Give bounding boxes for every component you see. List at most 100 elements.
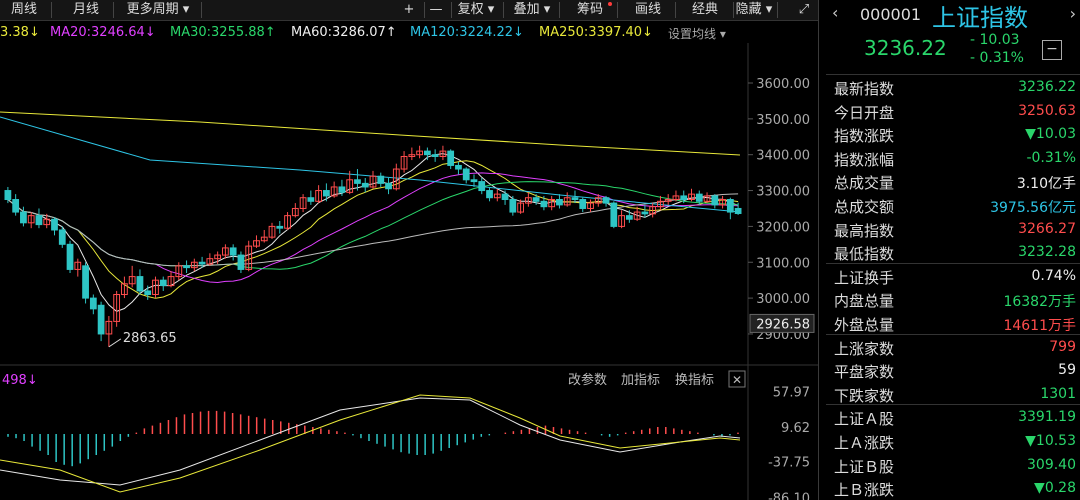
draw-line-button[interactable]: 画线 (624, 0, 672, 20)
chips-alert-dot (608, 2, 612, 6)
toolbar-separator (559, 2, 560, 18)
candle-body (276, 225, 284, 229)
more-periods-dropdown[interactable]: 更多周期 ▾ (118, 0, 198, 20)
quote-row-value: 3232.28 (1018, 244, 1076, 261)
candle-body (377, 175, 385, 184)
ma30-line (7, 181, 739, 270)
candle-body (385, 182, 392, 190)
kline-chart[interactable]: 2863.65 498↓ 改参数 加指标 换指标 ✕ 57.97 9.62 -37.75 -86… (0, 0, 818, 500)
ma250-label: MA250:3397.40↓ (539, 25, 653, 40)
candle-body (501, 193, 509, 201)
candle-body (447, 150, 455, 166)
ma60-label: MA60:3286.07↑ (291, 25, 397, 40)
quote-row-value: 3266.27 (1018, 220, 1076, 237)
quote-row: 上证Ａ股 3391.19 (826, 406, 1078, 429)
adjust-dropdown[interactable]: 复权 ▾ (452, 0, 500, 20)
quote-row: 指数涨跌 ▼10.03 (826, 123, 1078, 146)
quote-row-label: 上证Ｂ股 (834, 457, 895, 476)
candle-body (726, 199, 734, 213)
quote-row-value: 14611万手 (1003, 318, 1076, 334)
ma-settings-button[interactable]: 设置均线 ▾ (668, 25, 726, 42)
quote-row-value: 16382万手 (1003, 294, 1076, 311)
index-name: 上证指数 (932, 4, 1028, 32)
quote-row-value: ▼10.53 (1025, 433, 1076, 449)
candle-body (509, 199, 517, 213)
dea-line (0, 394, 741, 493)
candle-body (237, 254, 245, 270)
quote-row-label: 最高指数 (834, 221, 895, 240)
toolbar-separator (777, 2, 778, 18)
price-tick-label: 3200.00 (756, 220, 810, 235)
classic-button[interactable]: 经典 (680, 0, 730, 20)
quote-row-value: 0.74% (1031, 267, 1076, 284)
quote-row-value: 3236.22 (1018, 79, 1076, 95)
quote-row-value: 309.40 (1027, 456, 1076, 473)
quote-section-divider (826, 262, 1080, 264)
candle-body (625, 215, 633, 220)
quote-row-value: 3975.56亿元 (990, 200, 1076, 216)
hide-dropdown[interactable]: 隐藏 ▾ (734, 0, 774, 20)
candle-body (641, 211, 649, 215)
price-tick-label: 3400.00 (756, 149, 810, 164)
quote-row-value: ▼0.28 (1034, 480, 1076, 497)
quote-row: 指数涨幅 -0.31% (826, 147, 1078, 170)
indicator-tick-label: 9.62 (781, 421, 810, 436)
quote-row-label: 内盘总量 (834, 292, 895, 311)
candle-body (540, 200, 548, 208)
quote-row: 上证Ｂ股 309.40 (826, 454, 1078, 477)
candle-body (89, 297, 97, 310)
quote-row-value: 799 (1049, 338, 1076, 355)
low-marker-line (108, 338, 122, 348)
price-change-pct: - 0.31% (970, 50, 1024, 66)
candle-body (478, 181, 486, 192)
candle-body (4, 190, 12, 201)
chart-toolbar: 周线 月线 更多周期 ▾ + — 复权 ▾ 叠加 ▾ 筹码 画线 经典 隐藏 ▾ ⤢ (0, 0, 818, 21)
candle-body (354, 179, 361, 184)
quote-row-label: 上证换手 (834, 268, 895, 287)
current-price: 3236.22 (864, 36, 947, 60)
zoom-out-button[interactable]: — (424, 0, 448, 20)
quote-row: 平盘家数 59 (826, 359, 1078, 382)
weekly-button[interactable]: 周线 (0, 0, 48, 20)
candle-body (159, 279, 167, 287)
ma30-label: MA30:3255.88↑ (170, 25, 276, 40)
toolbar-separator (675, 2, 676, 18)
candle-body (58, 229, 66, 245)
current-price-tag: 2926.58 (756, 317, 810, 332)
change-params-button[interactable]: 改参数 (568, 372, 607, 388)
add-indicator-button[interactable]: 加指标 (621, 373, 660, 388)
candle-body (470, 179, 478, 183)
candle-body (307, 197, 315, 202)
toolbar-separator (617, 2, 618, 18)
candle-body (51, 218, 58, 231)
quote-row-label: 最新指数 (834, 80, 895, 98)
quote-row-label: 最低指数 (834, 245, 895, 264)
candle-body (680, 195, 688, 201)
quote-row-label: 指数涨幅 (834, 150, 895, 169)
price-tick-label: 3000.00 (756, 292, 810, 307)
candle-body (82, 265, 89, 299)
fullscreen-icon[interactable]: ⤢ (792, 0, 816, 20)
next-arrow-icon[interactable]: › (1070, 4, 1076, 23)
quote-row: 最高指数 3266.27 (826, 218, 1078, 241)
candle-body (431, 154, 439, 157)
quote-row-label: 今日开盘 (834, 103, 895, 122)
monthly-button[interactable]: 月线 (62, 0, 110, 20)
candle-body (486, 190, 493, 199)
switch-indicator-button[interactable]: 换指标 (675, 373, 714, 388)
candle-body (455, 164, 462, 170)
quote-section-divider (826, 404, 1080, 406)
quote-row-label: 指数涨跌 (834, 127, 895, 146)
quote-row: 最低指数 3232.28 (826, 241, 1078, 264)
candle-body (602, 197, 610, 204)
ma120-line (0, 116, 741, 213)
ma-legend-bar: 3.38↓ MA20:3246.64↓ MA30:3255.88↑ MA60:3… (0, 23, 745, 43)
quote-row: 上涨家数 799 (826, 336, 1078, 359)
overlay-dropdown[interactable]: 叠加 ▾ (508, 0, 556, 20)
collapse-button[interactable]: − (1042, 40, 1062, 60)
close-icon[interactable]: ✕ (732, 373, 742, 387)
chips-button[interactable]: 筹码 (566, 0, 614, 20)
zoom-in-button[interactable]: + (397, 0, 421, 20)
collapse-arrow-icon[interactable]: ‹ (832, 3, 838, 22)
candle-body (66, 243, 74, 270)
